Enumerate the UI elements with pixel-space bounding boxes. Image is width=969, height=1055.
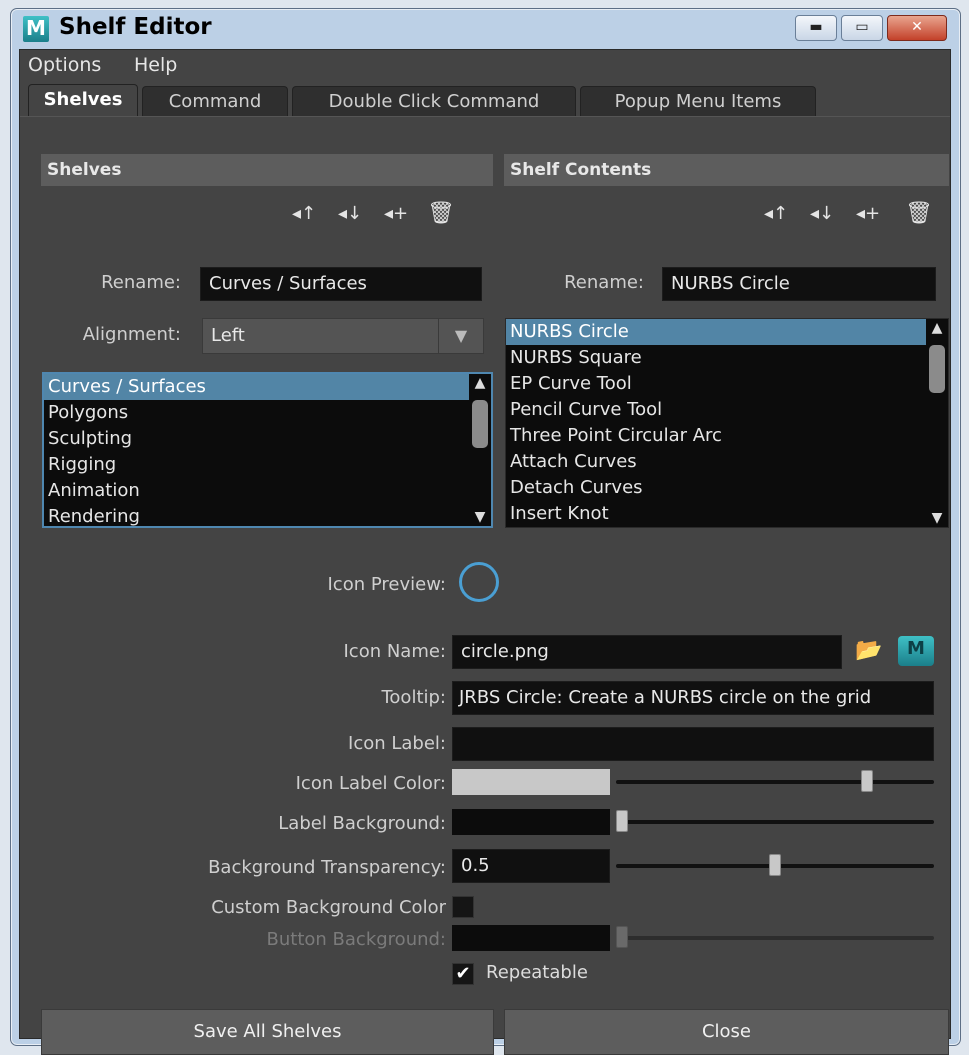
icon-label-input[interactable] <box>452 727 934 761</box>
save-all-shelves-button[interactable]: Save All Shelves <box>41 1009 494 1055</box>
button-background-slider <box>616 936 934 940</box>
scroll-up-icon[interactable]: ▲ <box>928 319 946 337</box>
item-rename-input[interactable]: NURBS Circle <box>662 267 936 301</box>
list-item[interactable]: Three Point Circular Arc <box>506 423 948 449</box>
list-item[interactable]: Rendering <box>44 504 491 526</box>
alignment-label: Alignment: <box>82 324 181 345</box>
background-transparency-label: Background Transparency: <box>208 857 446 878</box>
move-shelf-down-icon[interactable]: ◂↓ <box>337 201 363 227</box>
tooltip-label: Tooltip: <box>381 687 446 708</box>
background-transparency-slider-thumb[interactable] <box>769 854 781 876</box>
label-background-slider[interactable] <box>616 820 934 824</box>
shelf-editor-window: M Shelf Editor ▬ ▭ ✕ Options Help Shelve… <box>10 8 961 1055</box>
shelves-scrollbar[interactable]: ▲ ▼ <box>469 374 491 526</box>
delete-shelf-trash-icon[interactable]: 🗑 <box>427 201 455 227</box>
list-item[interactable]: NURBS Square <box>506 345 948 371</box>
list-item[interactable]: Curves / Surfaces <box>44 374 491 400</box>
maximize-button[interactable]: ▭ <box>841 15 883 41</box>
scroll-down-icon[interactable]: ▼ <box>471 508 489 526</box>
tab-bar: Shelves Command Double Click Command Pop… <box>20 84 950 118</box>
close-window-button[interactable]: ✕ <box>887 15 947 41</box>
list-item[interactable]: Polygons <box>44 400 491 426</box>
button-background-swatch <box>452 925 610 951</box>
list-item[interactable]: Animation <box>44 478 491 504</box>
maya-logo-icon: M <box>23 16 49 42</box>
maya-icon[interactable]: M <box>898 636 934 666</box>
list-item[interactable]: Pencil Curve Tool <box>506 397 948 423</box>
alignment-dropdown[interactable]: Left ▼ <box>202 318 484 354</box>
shelf-rename-label: Rename: <box>101 272 181 293</box>
repeatable-checkbox[interactable]: ✔ <box>452 963 474 985</box>
tab-popup-menu-items[interactable]: Popup Menu Items <box>580 86 816 117</box>
list-item[interactable]: Rigging <box>44 452 491 478</box>
chevron-down-icon[interactable]: ▼ <box>438 319 483 353</box>
shelves-list[interactable]: Curves / Surfaces Polygons Sculpting Riggin… <box>42 372 493 528</box>
scroll-up-icon[interactable]: ▲ <box>471 374 489 392</box>
background-transparency-input[interactable]: 0.5 <box>452 849 610 883</box>
icon-name-input[interactable]: circle.png <box>452 635 842 669</box>
tab-shelves[interactable]: Shelves <box>28 84 138 118</box>
tab-double-click-command[interactable]: Double Click Command <box>292 86 576 117</box>
button-background-slider-thumb <box>616 926 628 948</box>
add-shelf-icon[interactable]: ◂+ <box>383 201 409 227</box>
button-background-label: Button Background: <box>266 929 446 950</box>
icon-label-color-slider-thumb[interactable] <box>860 770 873 792</box>
move-item-down-icon[interactable]: ◂↓ <box>809 201 835 227</box>
shelf-contents-list[interactable]: NURBS Circle NURBS Square EP Curve Tool Pen… <box>505 318 949 528</box>
custom-background-checkbox[interactable] <box>452 896 474 918</box>
label-background-swatch[interactable] <box>452 809 610 835</box>
shelf-rename-input[interactable]: Curves / Surfaces <box>200 267 482 301</box>
folder-icon[interactable]: 📂 <box>852 638 886 664</box>
delete-item-trash-icon[interactable]: 🗑 <box>905 201 933 227</box>
tab-command[interactable]: Command <box>142 86 288 117</box>
alignment-value: Left <box>211 325 245 346</box>
move-shelf-up-icon[interactable]: ◂↑ <box>291 201 317 227</box>
item-rename-label: Rename: <box>564 272 644 293</box>
menu-help[interactable]: Help <box>134 54 177 76</box>
shelves-tab-panel: Shelves ◂↑ ◂↓ ◂+ 🗑 Rename: Curves / Surf… <box>20 116 950 1055</box>
menu-bar: Options Help <box>20 50 950 82</box>
list-item[interactable]: EP Curve Tool <box>506 371 948 397</box>
tooltip-input[interactable]: JRBS Circle: Create a NURBS circle on th… <box>452 681 934 715</box>
nurbs-circle-icon <box>459 562 499 602</box>
list-item[interactable]: Attach Curves <box>506 449 948 475</box>
shelf-contents-header: Shelf Contents <box>504 154 949 186</box>
menu-options[interactable]: Options <box>28 54 101 76</box>
scroll-thumb[interactable] <box>472 400 488 448</box>
label-background-slider-thumb[interactable] <box>616 810 628 832</box>
list-item[interactable]: Insert Knot <box>506 501 948 527</box>
icon-label-color-slider[interactable] <box>616 780 934 784</box>
minimize-button[interactable]: ▬ <box>795 15 837 41</box>
contents-scrollbar[interactable]: ▲ ▼ <box>926 319 948 527</box>
client-area: Options Help Shelves Command Double Clic… <box>19 49 951 1055</box>
icon-preview-label: Icon Preview: <box>327 574 447 595</box>
add-item-icon[interactable]: ◂+ <box>855 201 881 227</box>
repeatable-label: Repeatable <box>486 962 588 983</box>
icon-label-color-label: Icon Label Color: <box>295 773 446 794</box>
icon-label-label: Icon Label: <box>348 733 446 754</box>
scroll-down-icon[interactable]: ▼ <box>928 509 946 527</box>
title-bar[interactable]: M Shelf Editor ▬ ▭ ✕ <box>11 9 960 49</box>
scroll-thumb[interactable] <box>929 345 945 393</box>
close-button[interactable]: Close <box>504 1009 949 1055</box>
list-item[interactable]: Detach Curves <box>506 475 948 501</box>
list-item[interactable]: Sculpting <box>44 426 491 452</box>
list-item[interactable]: NURBS Circle <box>506 319 948 345</box>
custom-background-label: Custom Background Color <box>211 897 446 918</box>
shelves-header: Shelves <box>41 154 493 186</box>
icon-name-label: Icon Name: <box>343 641 446 662</box>
icon-label-color-swatch[interactable] <box>452 769 610 795</box>
move-item-up-icon[interactable]: ◂↑ <box>763 201 789 227</box>
label-background-label: Label Background: <box>278 813 446 834</box>
window-title: Shelf Editor <box>59 14 212 40</box>
